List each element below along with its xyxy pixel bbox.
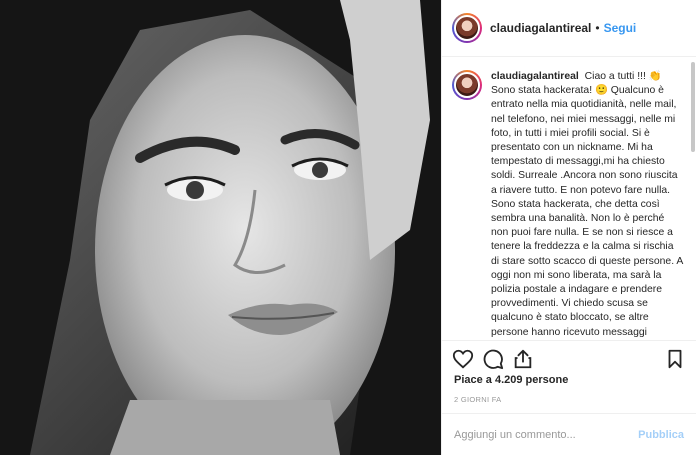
caption: claudiagalantireal Ciao a tutti !!! 👏 So… xyxy=(452,70,686,340)
post-photo[interactable] xyxy=(0,0,441,455)
caption-body: claudiagalantireal Ciao a tutti !!! 👏 So… xyxy=(491,70,684,340)
caption-username[interactable]: claudiagalantireal xyxy=(491,71,579,82)
separator-dot: • xyxy=(595,21,600,35)
caption-text: Ciao a tutti !!! 👏 Sono stata hackerata!… xyxy=(491,71,683,338)
comment-icon[interactable] xyxy=(482,348,504,370)
comments-area[interactable]: claudiagalantireal Ciao a tutti !!! 👏 So… xyxy=(442,58,696,340)
publish-button[interactable]: Pubblica xyxy=(638,429,684,441)
bookmark-icon[interactable] xyxy=(664,348,686,370)
actions-bar xyxy=(442,340,696,376)
post-details-panel: claudiagalantireal • Segui claudiagalant… xyxy=(441,0,696,455)
caption-avatar[interactable] xyxy=(452,70,482,100)
header-username[interactable]: claudiagalantireal xyxy=(490,21,591,35)
avatar[interactable] xyxy=(452,13,482,43)
post-timestamp[interactable]: 2 GIORNI FA xyxy=(454,395,501,404)
follow-button[interactable]: Segui xyxy=(604,21,637,35)
portrait-image xyxy=(0,0,441,455)
comment-input[interactable] xyxy=(454,428,639,441)
add-comment-section: Pubblica xyxy=(442,413,696,455)
comments-scrollbar[interactable] xyxy=(691,62,695,152)
share-icon[interactable] xyxy=(512,348,534,370)
likes-count[interactable]: Piace a 4.209 persone xyxy=(454,374,568,386)
post-header: claudiagalantireal • Segui xyxy=(442,0,696,57)
heart-icon[interactable] xyxy=(452,348,474,370)
